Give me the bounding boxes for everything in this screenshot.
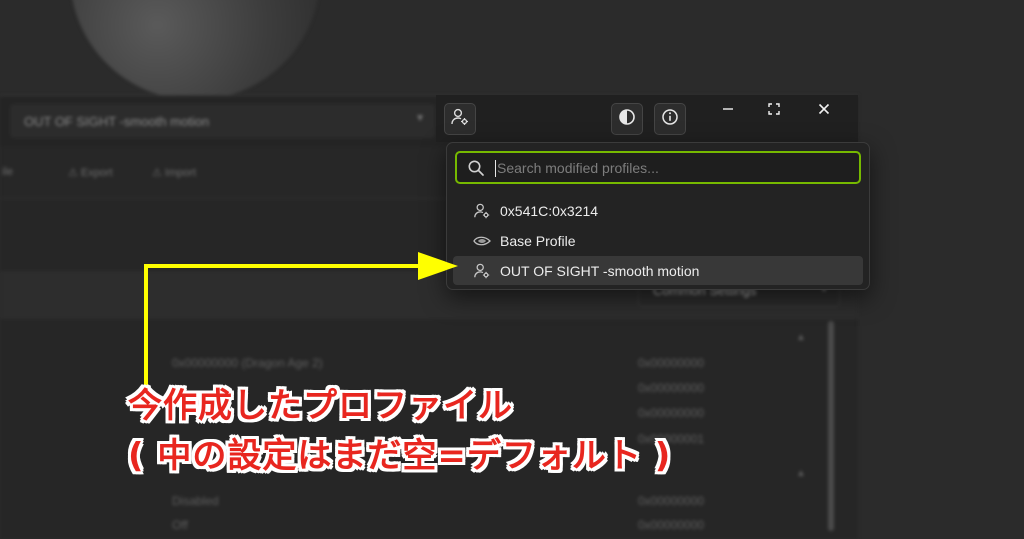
- annotation-line-1: 今作成したプロファイル: [128, 386, 513, 426]
- annotation-line-2: ( 中の設定はまだ空=デフォルト ): [128, 436, 672, 476]
